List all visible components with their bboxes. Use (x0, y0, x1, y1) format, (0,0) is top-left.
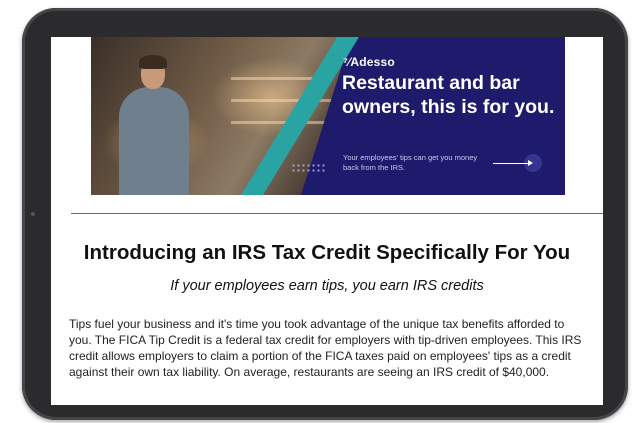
article-subtitle: If your employees earn tips, you earn IR… (170, 278, 484, 294)
bar-shelf (231, 121, 331, 124)
arrow-head-icon (528, 160, 533, 166)
article-title: Introducing an IRS Tax Credit Specifical… (83, 241, 571, 264)
banner-tagline: Your employees' tips can get you money b… (343, 153, 478, 172)
arrow-right-icon (493, 163, 531, 164)
bartender-photo (119, 87, 189, 195)
email-screen: ⁷⁄Adesso Restaurant and bar owners, this… (51, 37, 603, 405)
brand-logo: ⁷⁄Adesso (343, 55, 395, 69)
banner-headline: Restaurant and bar owners, this is for y… (342, 72, 555, 118)
section-divider (71, 213, 603, 214)
hero-banner[interactable]: ⁷⁄Adesso Restaurant and bar owners, this… (91, 37, 565, 195)
tablet-frame: ⁷⁄Adesso Restaurant and bar owners, this… (22, 8, 628, 420)
dot-pattern (291, 163, 327, 173)
brand-name: Adesso (350, 55, 395, 69)
article-body: Tips fuel your business and it's time yo… (69, 317, 582, 379)
camera-dot (31, 212, 35, 216)
bartender-hair (139, 55, 167, 69)
